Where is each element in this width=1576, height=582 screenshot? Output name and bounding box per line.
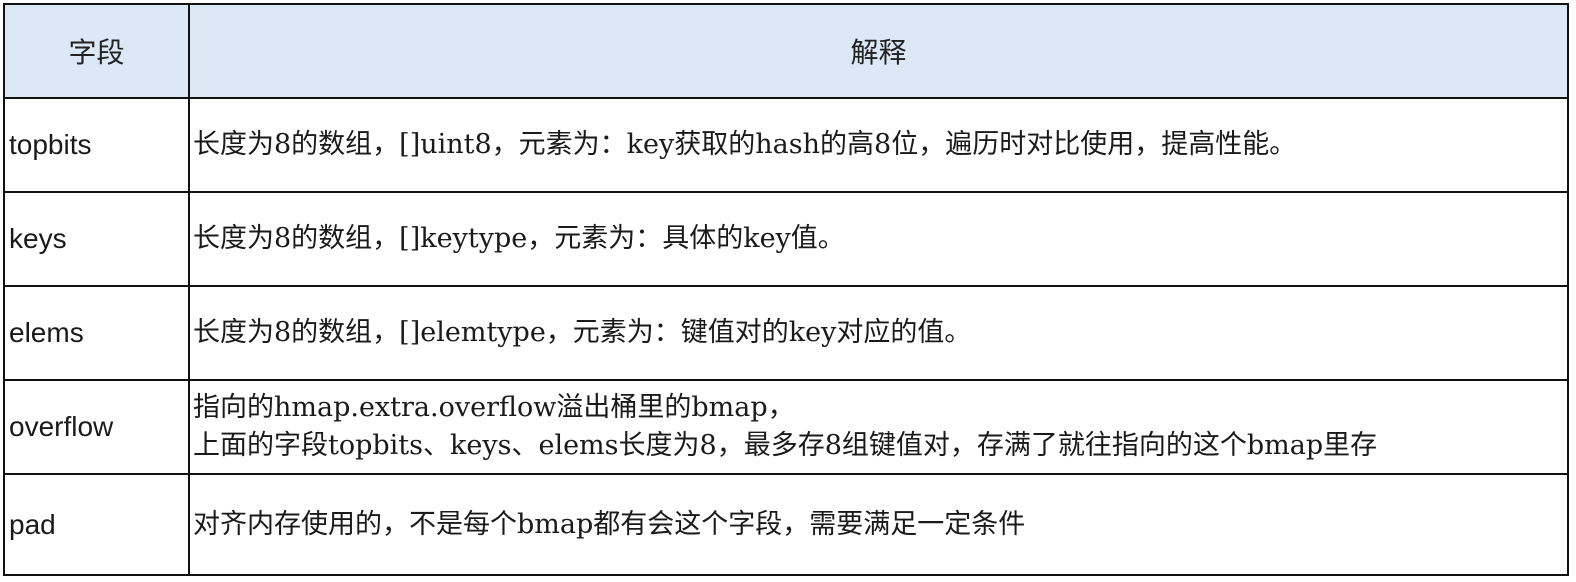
row-topbits-field: topbits	[5, 99, 190, 193]
header-description-label: 解释	[850, 36, 907, 69]
row-elems-field: elems	[5, 287, 190, 381]
row-pad-field: pad	[5, 475, 190, 574]
description-text-line-1: 指向的hmap.extra.overflow溢出桶里的bmap，	[193, 392, 795, 423]
field-name: overflow	[9, 411, 114, 442]
description-text: 对齐内存使用的，不是每个bmap都有会这个字段，需要满足一定条件	[193, 508, 1026, 540]
description-text: 长度为8的数组，[]uint8，元素为：key获取的hash的高8位，遍历时对比…	[193, 129, 1297, 160]
field-name: topbits	[9, 129, 92, 160]
header-description: 解释	[190, 5, 1567, 99]
description-text: 长度为8的数组，[]elemtype，元素为：键值对的key对应的值。	[193, 317, 972, 348]
row-keys-field: keys	[5, 193, 190, 287]
row-topbits-description: 长度为8的数组，[]uint8，元素为：key获取的hash的高8位，遍历时对比…	[190, 99, 1567, 193]
row-elems-description: 长度为8的数组，[]elemtype，元素为：键值对的key对应的值。	[190, 287, 1567, 381]
row-keys-description: 长度为8的数组，[]keytype，元素为：具体的key值。	[190, 193, 1567, 287]
row-overflow-description: 指向的hmap.extra.overflow溢出桶里的bmap， 上面的字段to…	[190, 381, 1567, 475]
description-text-line-2: 上面的字段topbits、keys、elems长度为8，最多存8组键值对，存满了…	[193, 430, 1378, 461]
description-text: 长度为8的数组，[]keytype，元素为：具体的key值。	[193, 223, 845, 254]
field-description-table: 字段 解释 topbits 长度为8的数组，[]uint8，元素为：key获取的…	[3, 3, 1569, 576]
field-name: pad	[9, 508, 56, 540]
header-field: 字段	[5, 5, 190, 99]
row-pad-description: 对齐内存使用的，不是每个bmap都有会这个字段，需要满足一定条件	[190, 475, 1567, 574]
row-overflow-field: overflow	[5, 381, 190, 475]
header-field-label: 字段	[68, 36, 125, 69]
field-name: elems	[9, 317, 84, 348]
field-name: keys	[9, 223, 67, 254]
